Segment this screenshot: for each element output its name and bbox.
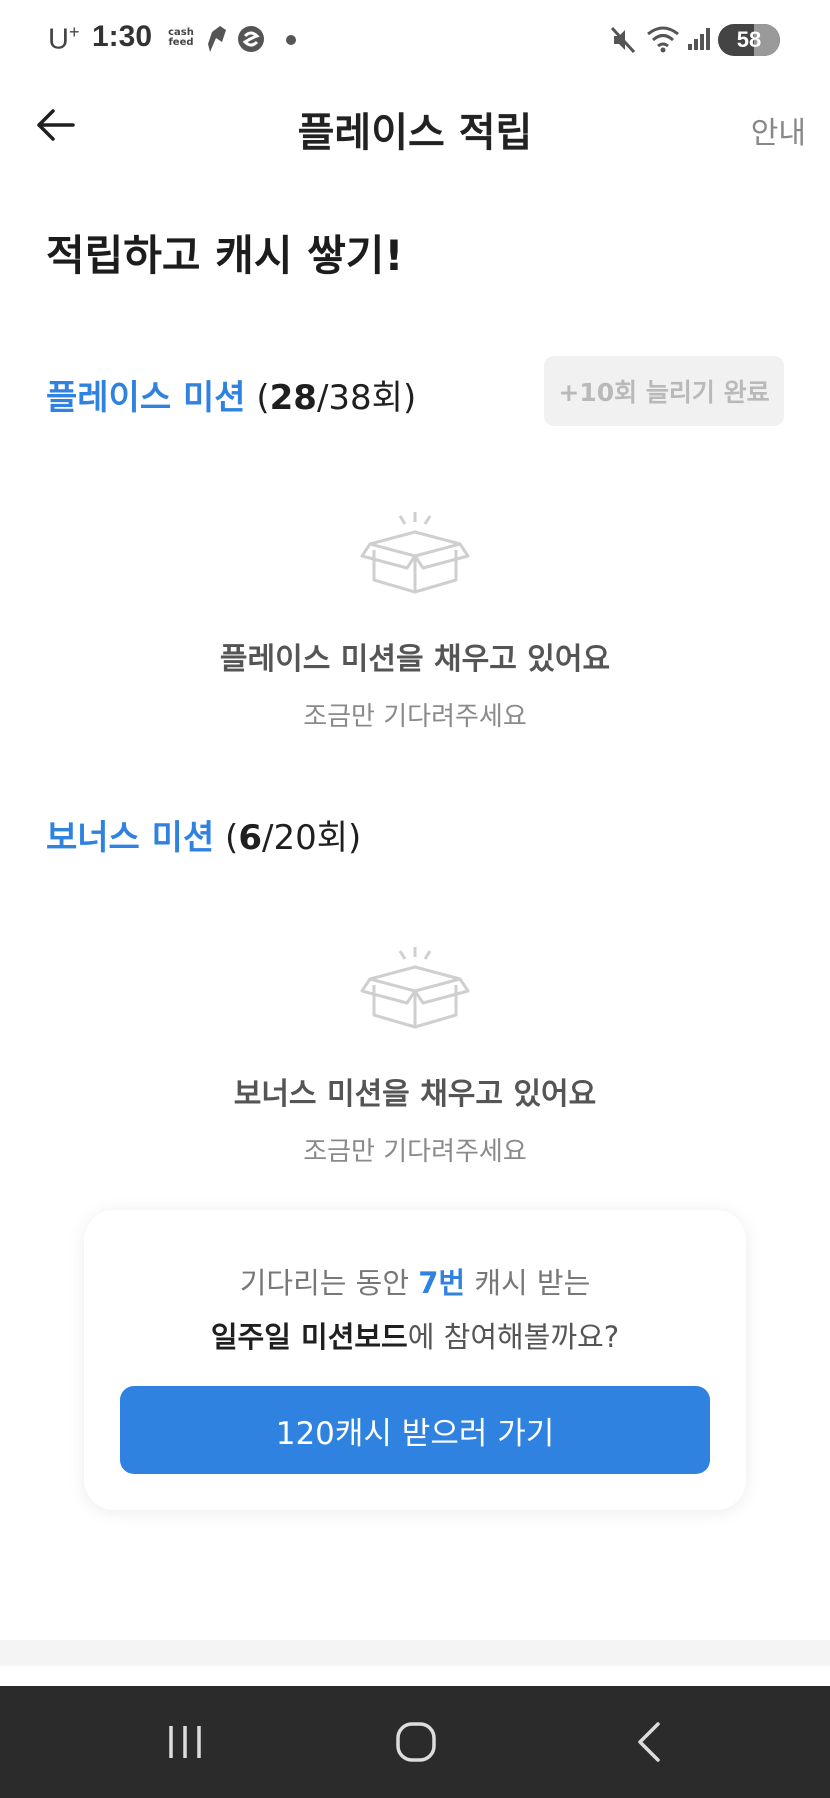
empty-state-title: 보너스 미션을 채우고 있어요 bbox=[233, 1077, 597, 1112]
app-bar: 플레이스 적립 안내 bbox=[0, 80, 830, 170]
recents-button[interactable] bbox=[145, 1712, 225, 1772]
screen: U+ 1:30 cash feed 58 플레이스 적립 안내 적립하고 캐시 … bbox=[0, 0, 830, 1798]
carrier-label: U+ bbox=[48, 22, 80, 56]
battery-indicator: 58 bbox=[718, 24, 780, 56]
recents-icon bbox=[169, 1726, 201, 1758]
page-title: 플레이스 적립 bbox=[297, 110, 533, 156]
empty-state-title: 플레이스 미션을 채우고 있어요 bbox=[219, 642, 611, 677]
empty-state-subtitle: 조금만 기다려주세요 bbox=[303, 1137, 527, 1167]
clock: 1:30 bbox=[92, 20, 153, 53]
bonus-mission-open-paren: ( bbox=[214, 818, 239, 858]
system-back-button[interactable] bbox=[608, 1712, 688, 1772]
cashfeed-app-icon: cash feed bbox=[168, 27, 194, 48]
bonus-mission-done-count: 6 bbox=[238, 818, 262, 858]
place-mission-total: /38회 bbox=[316, 378, 403, 418]
swirl-notification-icon bbox=[238, 26, 264, 52]
bonus-mission-empty-state: 보너스 미션을 채우고 있어요 조금만 기다려주세요 bbox=[0, 945, 830, 1168]
extend-complete-button[interactable]: +10회 늘리기 완료 bbox=[544, 356, 784, 426]
wifi-icon bbox=[647, 26, 679, 53]
promo-highlight-count: 7번 bbox=[418, 1266, 466, 1300]
promo-line-2: 일주일 미션보드에 참여해볼까요? bbox=[210, 1320, 620, 1354]
bonus-mission-header: 보너스 미션 (6/20회) bbox=[46, 810, 361, 859]
weekly-mission-board-label: 일주일 미션보드 bbox=[210, 1320, 408, 1354]
empty-state-subtitle: 조금만 기다려주세요 bbox=[303, 702, 527, 732]
runner-notification-icon bbox=[208, 26, 226, 52]
bottom-divider bbox=[0, 1640, 830, 1666]
promo-line-1: 기다리는 동안 7번 캐시 받는 bbox=[239, 1266, 591, 1300]
home-button[interactable] bbox=[376, 1712, 456, 1772]
system-navigation-bar bbox=[0, 1686, 830, 1798]
weekly-mission-promo-card: 기다리는 동안 7번 캐시 받는 일주일 미션보드에 참여해볼까요? 120캐시… bbox=[84, 1210, 746, 1510]
status-bar: U+ 1:30 cash feed 58 bbox=[0, 0, 830, 80]
chevron-left-icon bbox=[638, 1722, 660, 1762]
signal-icon bbox=[688, 28, 710, 50]
headline: 적립하고 캐시 쌓기! bbox=[46, 231, 404, 280]
place-mission-close-paren: ) bbox=[402, 378, 417, 418]
guide-button[interactable]: 안내 bbox=[751, 108, 806, 152]
empty-box-icon bbox=[360, 947, 470, 1029]
home-icon bbox=[396, 1722, 436, 1762]
more-notifications-dot bbox=[286, 35, 296, 45]
place-mission-header: 플레이스 미션 (28/38회) bbox=[46, 370, 416, 419]
mute-icon bbox=[610, 26, 636, 54]
get-cash-button[interactable]: 120캐시 받으러 가기 bbox=[120, 1386, 710, 1474]
bonus-mission-close-paren: ) bbox=[348, 818, 362, 858]
place-mission-done-count: 28 bbox=[269, 378, 317, 418]
empty-box-icon bbox=[360, 512, 470, 594]
bonus-mission-title: 보너스 미션 bbox=[46, 818, 215, 858]
place-mission-title: 플레이스 미션 bbox=[46, 378, 246, 418]
place-mission-empty-state: 플레이스 미션을 채우고 있어요 조금만 기다려주세요 bbox=[0, 510, 830, 733]
place-mission-open-paren: ( bbox=[245, 378, 270, 418]
battery-percent: 58 bbox=[736, 27, 762, 52]
bonus-mission-total: /20회 bbox=[262, 818, 348, 858]
